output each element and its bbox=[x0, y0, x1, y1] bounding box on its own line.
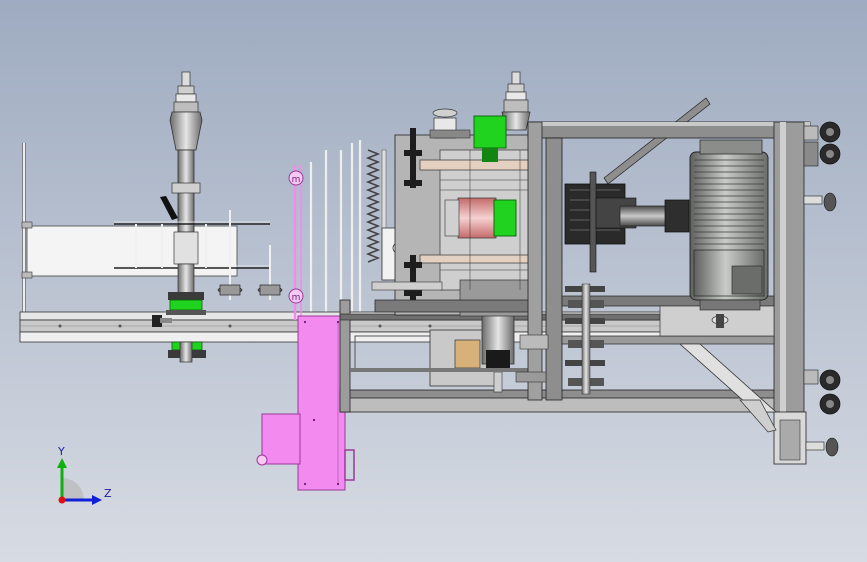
machine-drawing[interactable]: m m Y Z bbox=[0, 0, 867, 562]
svg-text:m: m bbox=[292, 293, 301, 303]
y-axis-label: Y bbox=[57, 445, 65, 458]
z-axis-label: Z bbox=[104, 487, 112, 500]
cad-viewport[interactable]: m m Y Z bbox=[0, 0, 867, 562]
svg-text:m: m bbox=[292, 175, 301, 185]
